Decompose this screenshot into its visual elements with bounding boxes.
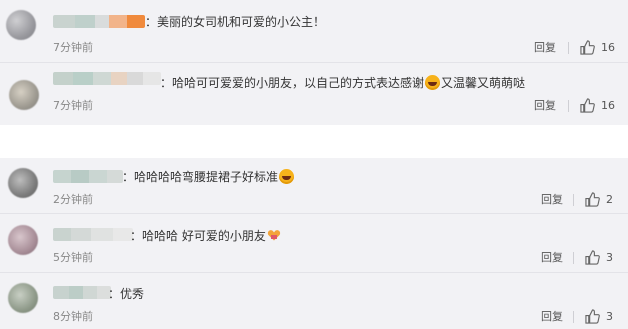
comment-time: 7分钟前 [53,99,93,112]
username-blurred[interactable] [53,15,145,28]
comment-group-bottom [0,158,628,329]
avatar[interactable] [6,10,36,40]
reply-button[interactable]: 回复 [541,251,563,265]
divider [568,42,569,54]
username-blurred[interactable] [53,170,123,183]
avatar[interactable] [8,168,38,198]
reply-button[interactable]: 回复 [541,310,563,324]
like-count: 16 [601,99,615,112]
thumbs-up-icon [585,309,600,324]
divider [573,252,574,264]
separator [0,213,628,214]
heart-gift-emoji-icon [267,228,281,242]
separator [0,272,628,273]
like-button[interactable]: 3 [585,309,613,324]
divider [573,194,574,206]
like-button[interactable]: 16 [580,40,615,55]
like-count: 2 [606,193,613,206]
comment-time: 8分钟前 [53,310,93,323]
comment-text: ：哈哈哈 好可爱的小朋友 [130,228,281,244]
thumbs-up-icon [580,40,595,55]
reply-button[interactable]: 回复 [534,99,556,113]
comment-text: ：美丽的女司机和可爱的小公主！ [145,15,326,29]
like-count: 16 [601,41,615,54]
thumbs-up-icon [585,250,600,265]
username-blurred[interactable] [53,228,133,241]
reply-button[interactable]: 回复 [541,193,563,207]
username-blurred[interactable] [53,286,111,299]
thumbs-up-icon [585,192,600,207]
like-count: 3 [606,310,613,323]
separator [0,62,628,63]
comment-time: 5分钟前 [53,251,93,264]
avatar[interactable] [8,283,38,313]
username-blurred[interactable] [53,72,161,85]
comment-time: 2分钟前 [53,193,93,206]
avatar[interactable] [8,225,38,255]
divider [573,311,574,323]
avatar[interactable] [9,80,39,110]
divider [568,100,569,112]
comment-text: ：哈哈哈哈弯腰提裙子好标准 [122,169,295,185]
like-button[interactable]: 2 [585,192,613,207]
comment-time: 7分钟前 [53,41,93,54]
like-button[interactable]: 16 [580,98,615,113]
comment-text: ：哈哈可可爱爱的小朋友，以自己的方式表达感谢 又温馨又萌萌哒 [160,75,526,90]
laughing-emoji-icon [279,169,295,184]
thumbs-up-icon [580,98,595,113]
like-count: 3 [606,251,613,264]
reply-button[interactable]: 回复 [534,41,556,55]
like-button[interactable]: 3 [585,250,613,265]
laughing-emoji-icon [425,75,441,90]
comment-text: ：优秀 [108,287,145,301]
